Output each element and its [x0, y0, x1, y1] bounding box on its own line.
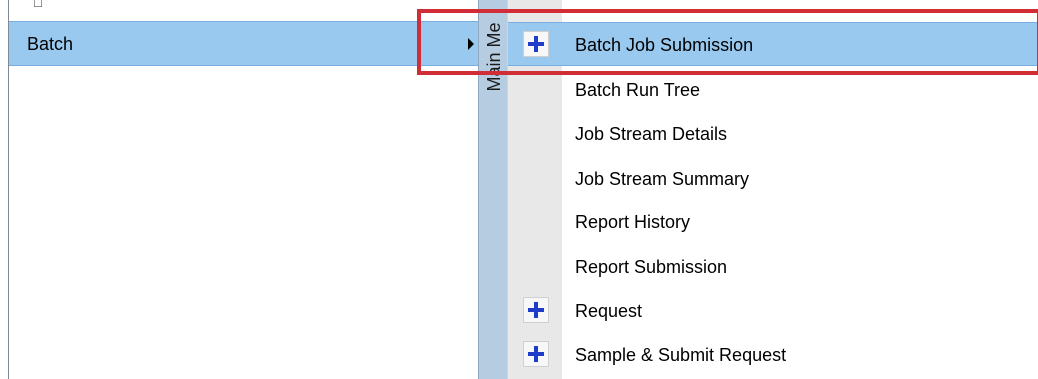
submenu-item-label: Batch Run Tree	[575, 80, 701, 100]
menu-item-batch-label: Batch	[27, 34, 74, 54]
submenu-item-label: Report History	[575, 212, 691, 232]
submenu-item-label: Request	[575, 301, 643, 321]
submenu-item-report-history[interactable]: Report History	[508, 200, 1038, 244]
menu-item-batch[interactable]: Batch	[9, 21, 487, 66]
submenu-item-report-submission[interactable]: Report Submission	[508, 245, 1038, 289]
submenu-item-sample-submit-request[interactable]: Sample & Submit Request	[508, 333, 1038, 377]
submenu-item-label: Job Stream Summary	[575, 169, 750, 189]
submenu-item-job-stream-summary[interactable]: Job Stream Summary	[508, 157, 1038, 201]
batch-menu-panel: ☐ Batch	[8, 0, 487, 379]
partially-visible-menu-item: ☐	[33, 0, 43, 9]
submenu-item-label: Job Stream Details	[575, 124, 728, 144]
highlight-annotation-box	[417, 9, 1038, 75]
submenu-item-request[interactable]: Request	[508, 289, 1038, 333]
submenu-item-label: Sample & Submit Request	[575, 345, 787, 365]
plus-icon	[523, 341, 549, 367]
submenu-item-label: Report Submission	[575, 257, 728, 277]
plus-icon	[523, 297, 549, 323]
submenu-item-job-stream-details[interactable]: Job Stream Details	[508, 112, 1038, 156]
